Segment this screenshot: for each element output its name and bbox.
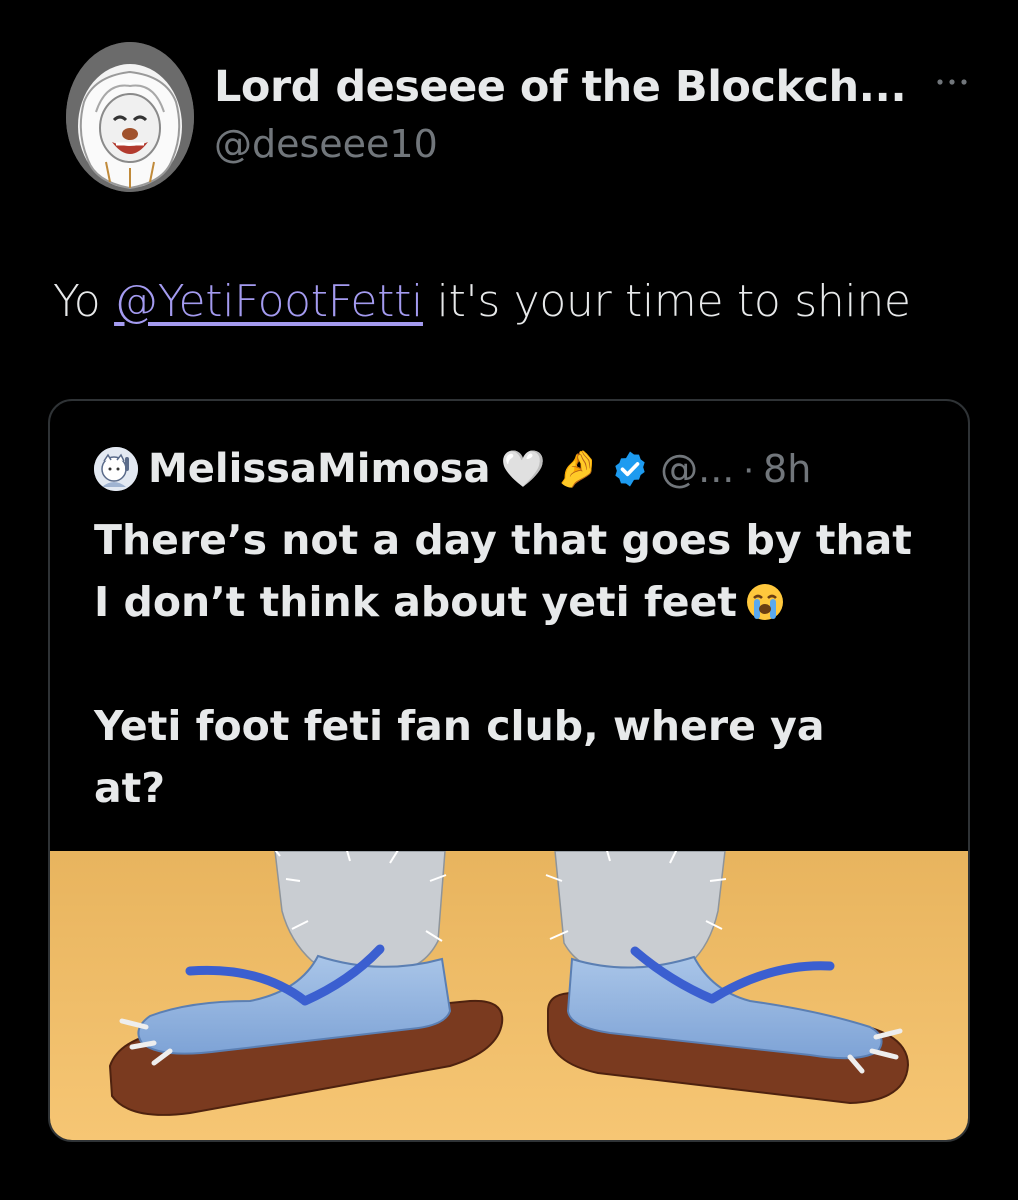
yeti-feet-in-sandals-image (50, 851, 968, 1140)
quoted-author-avatar[interactable] (94, 447, 138, 491)
mention-link[interactable]: @YetiFootFetti (114, 276, 423, 327)
pinched-fingers-emoji: 🤌 (555, 448, 601, 489)
more-horizontal-icon[interactable] (932, 72, 972, 92)
white-heart-emoji: 🤍 (500, 448, 546, 489)
quoted-author-name[interactable]: MelissaMimosa (148, 446, 490, 492)
quoted-tweet-time[interactable]: 8h (763, 447, 811, 491)
quoted-text-line-2: I don’t think about yeti feet (94, 578, 738, 626)
quoted-text-line-1: There’s not a day that goes by that (94, 516, 912, 564)
cartoon-avatar-illustration (94, 447, 138, 491)
tweet-text-suffix: it's your time to shine (422, 276, 911, 327)
loudly-crying-face-emoji (747, 584, 784, 620)
quoted-tweet-card[interactable]: MelissaMimosa 🤍 🤌 @... · 8h There’s not … (48, 399, 970, 1142)
author-handle[interactable]: @deseee10 (214, 122, 438, 166)
tweet-text: Yo @YetiFootFetti it's your time to shin… (53, 276, 911, 327)
separator-dot: · (742, 447, 756, 490)
author-avatar[interactable] (66, 42, 194, 192)
quoted-author-handle[interactable]: @... (660, 447, 734, 491)
tweet-text-prefix: Yo (53, 276, 115, 327)
quoted-tweet-image[interactable] (50, 851, 968, 1140)
quoted-tweet-header: MelissaMimosa 🤍 🤌 @... · 8h (94, 443, 811, 495)
author-display-name[interactable]: Lord deseee of the Blockch... (214, 62, 907, 112)
quoted-tweet-text: There’s not a day that goes by that I do… (94, 509, 934, 819)
verified-badge-icon (615, 451, 645, 487)
lion-avatar-illustration (66, 42, 194, 192)
quoted-text-line-2-wrap: I don’t think about yeti feet (94, 571, 934, 633)
quoted-text-line-4: at? (94, 764, 166, 812)
quoted-text-line-3: Yeti foot feti fan club, where ya (94, 702, 825, 750)
